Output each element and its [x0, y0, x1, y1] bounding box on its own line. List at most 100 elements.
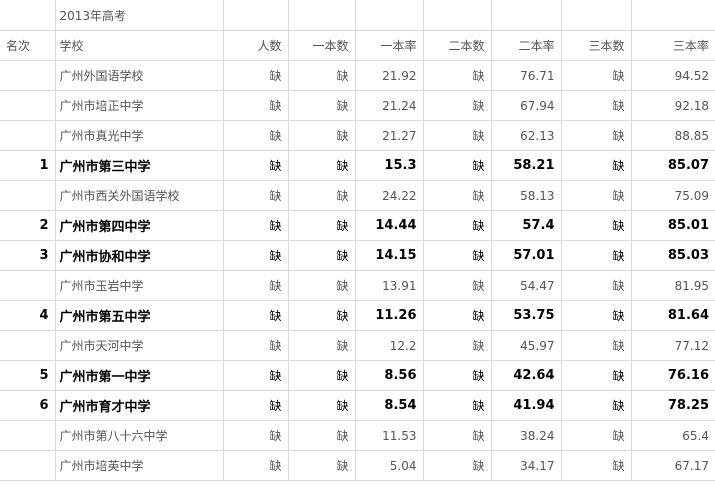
cell-tier1: 缺 [287, 210, 356, 241]
cell-rank: 2 [0, 210, 56, 241]
cell-total: 缺 [222, 210, 289, 241]
cell-school: 广州市第八十六中学 [54, 420, 224, 451]
cell-tier2-rate: 53.75 [490, 300, 562, 331]
table-title: 2013年高考 [54, 0, 224, 31]
cell-rank [0, 450, 56, 481]
table-row: 广州外国语学校缺缺 21.92 缺 76.71 缺 94.52 [0, 60, 715, 91]
cell-tier3-rate: 85.03 [630, 240, 715, 271]
cell-tier2-rate: 57.01 [490, 240, 562, 271]
cell-tier3-rate: 81.64 [630, 300, 715, 331]
cell-tier2: 缺 [422, 330, 492, 361]
cell-rank: 4 [0, 300, 56, 331]
cell-tier3: 缺 [560, 390, 632, 421]
cell-tier1-rate: 11.53 [354, 420, 424, 451]
cell-rank [0, 270, 56, 301]
cell-rank: 6 [0, 390, 56, 421]
cell-rank: 3 [0, 240, 56, 271]
cell-tier3: 缺 [560, 300, 632, 331]
cell-tier2: 缺 [422, 120, 492, 151]
cell-rank: 1 [0, 150, 56, 181]
cell-school: 广州外国语学校 [54, 60, 224, 91]
cell-tier1: 缺 [287, 270, 356, 301]
cell-rank [0, 60, 56, 91]
table-row: 广州市第八十六中学缺缺 11.53 缺 38.24 缺 65.4 [0, 420, 715, 451]
cell-tier1: 缺 [287, 150, 356, 181]
cell-school: 广州市第四中学 [54, 210, 224, 241]
cell-tier1-rate: 15.3 [354, 150, 424, 181]
header-tier2: 二本数 [422, 30, 492, 61]
cell-tier2: 缺 [422, 270, 492, 301]
cell-tier3-rate: 75.09 [630, 180, 715, 211]
table-row: 广州市天河中学缺缺 12.2 缺 45.97 缺 77.12 [0, 330, 715, 361]
cell-rank [0, 330, 56, 361]
cell-tier3-rate: 94.52 [630, 60, 715, 91]
cell-tier3-rate: 77.12 [630, 330, 715, 361]
cell-tier3: 缺 [560, 450, 632, 481]
cell-total: 缺 [222, 330, 289, 361]
cell-tier1: 缺 [287, 420, 356, 451]
cell-tier2-rate: 45.97 [490, 330, 562, 361]
cell-total: 缺 [222, 450, 289, 481]
table-row: 广州市西关外国语学校缺缺 24.22 缺 58.13 缺 75.09 [0, 180, 715, 211]
table-row: 2 广州市第四中学缺缺 14.44 缺 57.4 缺 85.01 [0, 210, 715, 241]
cell-tier1: 缺 [287, 300, 356, 331]
title-spacer [0, 0, 56, 31]
cell-school: 广州市培正中学 [54, 90, 224, 121]
cell-school: 广州市培英中学 [54, 450, 224, 481]
cell-tier3: 缺 [560, 90, 632, 121]
cell-tier1-rate: 5.04 [354, 450, 424, 481]
cell-tier2: 缺 [422, 450, 492, 481]
cell-tier2-rate: 34.17 [490, 450, 562, 481]
cell-tier3-rate: 65.4 [630, 420, 715, 451]
cell-rank [0, 420, 56, 451]
title-row: 2013年高考 [0, 0, 715, 31]
cell-total: 缺 [222, 150, 289, 181]
cell-total: 缺 [222, 270, 289, 301]
table-row: 6 广州市育才中学缺缺 8.54 缺 41.94 缺 78.25 [0, 390, 715, 421]
cell-tier2-rate: 42.64 [490, 360, 562, 391]
cell-tier1-rate: 12.2 [354, 330, 424, 361]
cell-tier1-rate: 24.22 [354, 180, 424, 211]
cell-school: 广州市第三中学 [54, 150, 224, 181]
cell-tier1-rate: 14.44 [354, 210, 424, 241]
cell-tier3-rate: 76.16 [630, 360, 715, 391]
cell-tier3: 缺 [560, 420, 632, 451]
cell-tier2: 缺 [422, 180, 492, 211]
cell-tier2: 缺 [422, 60, 492, 91]
cell-tier1-rate: 8.56 [354, 360, 424, 391]
header-rank: 名次 [0, 30, 56, 61]
cell-tier1-rate: 8.54 [354, 390, 424, 421]
cell-school: 广州市西关外国语学校 [54, 180, 224, 211]
header-row: 名次 学校 人数 一本数 一本率 二本数 二本率 三本数 三本率 [0, 30, 715, 61]
cell-tier3: 缺 [560, 330, 632, 361]
table-row: 1 广州市第三中学缺缺 15.3 缺 58.21 缺 85.07 [0, 150, 715, 181]
header-tier3-rate: 三本率 [630, 30, 715, 61]
cell-total: 缺 [222, 120, 289, 151]
cell-tier3: 缺 [560, 180, 632, 211]
cell-tier1: 缺 [287, 60, 356, 91]
cell-total: 缺 [222, 60, 289, 91]
cell-tier2-rate: 57.4 [490, 210, 562, 241]
cell-tier1-rate: 13.91 [354, 270, 424, 301]
cell-tier3: 缺 [560, 240, 632, 271]
cell-school: 广州市育才中学 [54, 390, 224, 421]
cell-tier2: 缺 [422, 420, 492, 451]
cell-tier1-rate: 21.92 [354, 60, 424, 91]
cell-tier2-rate: 58.21 [490, 150, 562, 181]
results-table: 2013年高考 名次 学校 人数 一本数 一本率 二本数 二本率 三本数 三本率… [0, 0, 715, 481]
cell-tier1-rate: 11.26 [354, 300, 424, 331]
cell-total: 缺 [222, 90, 289, 121]
cell-school: 广州市真光中学 [54, 120, 224, 151]
cell-tier2: 缺 [422, 390, 492, 421]
cell-tier3: 缺 [560, 150, 632, 181]
cell-tier3-rate: 88.85 [630, 120, 715, 151]
cell-rank [0, 180, 56, 211]
table-row: 3 广州市协和中学缺缺 14.15 缺 57.01 缺 85.03 [0, 240, 715, 271]
cell-total: 缺 [222, 420, 289, 451]
cell-school: 广州市玉岩中学 [54, 270, 224, 301]
cell-tier1: 缺 [287, 180, 356, 211]
cell-tier2: 缺 [422, 90, 492, 121]
cell-tier1: 缺 [287, 360, 356, 391]
table-row: 4 广州市第五中学缺缺 11.26 缺 53.75 缺 81.64 [0, 300, 715, 331]
header-tier1-rate: 一本率 [354, 30, 424, 61]
